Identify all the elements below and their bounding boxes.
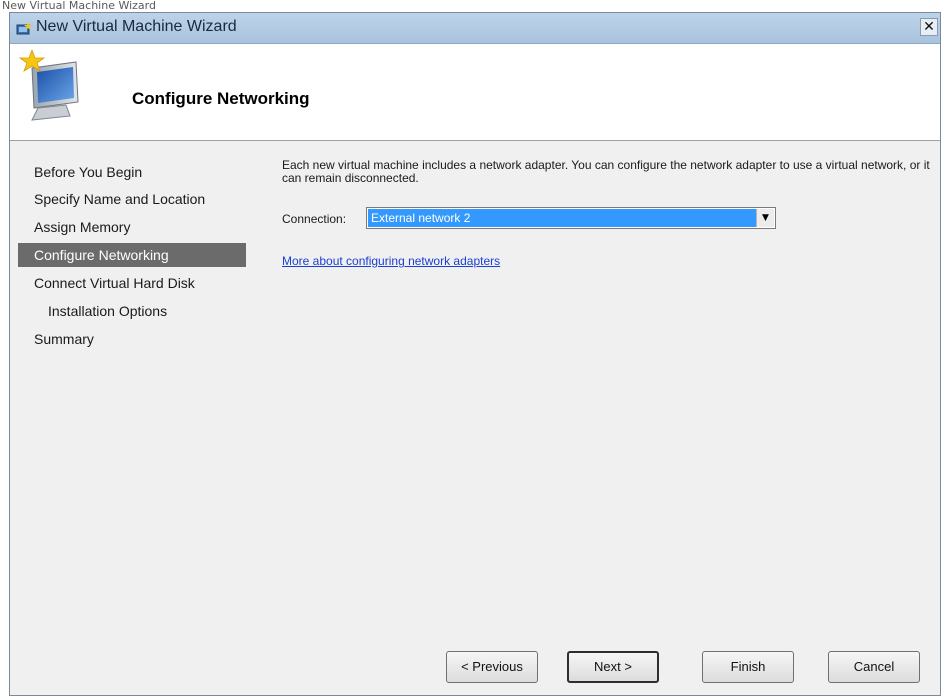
page-title: Configure Networking — [132, 89, 310, 108]
close-button[interactable]: ✕ — [920, 18, 938, 36]
connection-dropdown[interactable]: External network 2 ▼ — [366, 207, 776, 229]
screenshot-caption: New Virtual Machine Wizard — [2, 0, 156, 12]
nav-item-configure-networking[interactable]: Configure Networking — [18, 243, 246, 267]
content-panel: Each new virtual machine includes a netw… — [264, 141, 940, 621]
finish-button[interactable]: Finish — [702, 651, 794, 683]
cancel-button[interactable]: Cancel — [828, 651, 920, 683]
nav-item-connect-virtual-hard-disk[interactable]: Connect Virtual Hard Disk — [18, 271, 246, 295]
connection-selected-value: External network 2 — [368, 209, 756, 227]
window-title: New Virtual Machine Wizard — [36, 18, 237, 35]
nav-item-summary[interactable]: Summary — [18, 327, 246, 351]
vm-wizard-icon — [16, 21, 32, 35]
help-link[interactable]: More about configuring network adapters — [282, 254, 500, 268]
connection-label: Connection: — [282, 212, 347, 226]
description-text: Each new virtual machine includes a netw… — [282, 158, 930, 185]
chevron-down-icon[interactable]: ▼ — [756, 209, 774, 227]
wizard-steps-nav: Before You Begin Specify Name and Locati… — [10, 141, 262, 695]
previous-button[interactable]: < Previous — [446, 651, 538, 683]
nav-item-installation-options[interactable]: Installation Options — [18, 299, 246, 323]
nav-item-assign-memory[interactable]: Assign Memory — [18, 215, 246, 239]
monitor-star-icon — [18, 48, 86, 124]
nav-item-specify-name-location[interactable]: Specify Name and Location — [18, 187, 246, 211]
button-bar: < Previous Next > Finish Cancel — [264, 621, 940, 695]
nav-item-before-you-begin[interactable]: Before You Begin — [18, 160, 246, 184]
wizard-window: New Virtual Machine Wizard ✕ Configure N… — [9, 12, 941, 696]
wizard-header: Configure Networking — [10, 44, 940, 141]
close-icon: ✕ — [923, 19, 935, 35]
title-bar[interactable]: New Virtual Machine Wizard ✕ — [10, 13, 940, 44]
next-button[interactable]: Next > — [567, 651, 659, 683]
